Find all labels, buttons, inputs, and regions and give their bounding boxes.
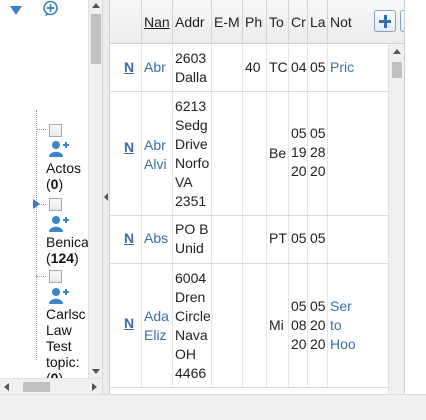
column-header-notes[interactable]: Not <box>327 0 370 44</box>
tree-toolbar <box>0 0 100 20</box>
cell-created: 05 08 20 <box>288 264 307 387</box>
open-record-link[interactable]: N <box>122 216 141 263</box>
collapse-arrow-icon[interactable] <box>104 193 108 201</box>
panel-splitter[interactable] <box>102 0 110 394</box>
person-add-icon <box>49 216 69 232</box>
cell-email <box>211 216 242 263</box>
tree-node-label[interactable]: Carlsc Law Test topic: <box>46 306 90 370</box>
add-topic-icon[interactable] <box>42 0 59 17</box>
open-record-link[interactable]: N <box>122 264 141 387</box>
table-row[interactable]: N Abr 2603 Dalla 40 TC 04 05 Pric <box>110 44 388 92</box>
cell-to: Mi <box>266 264 288 387</box>
cell-address: PO B Unid <box>172 216 211 263</box>
grid-header: Nan Addr E-M Ph To Cr La Not <box>110 0 404 44</box>
scroll-up-arrow-icon[interactable] <box>393 49 401 54</box>
tree-connector <box>36 129 46 130</box>
tree-connector <box>36 276 46 277</box>
cell-last: 05 <box>307 44 327 91</box>
node-checkbox[interactable] <box>49 124 62 137</box>
cell-phone: 40 <box>242 44 266 91</box>
column-header-address[interactable]: Addr <box>172 0 211 44</box>
cell-created: 05 19 20 <box>288 92 307 215</box>
scroll-right-arrow-icon[interactable] <box>92 383 97 391</box>
cell-last: 05 20 20 <box>307 264 327 387</box>
cell-address: 6213 Sedg Drive Norfo VA 2351 <box>172 92 211 215</box>
contacts-grid: Nan Addr E-M Ph To Cr La Not N Abr 2603 … <box>110 0 405 394</box>
person-add-icon <box>49 288 69 304</box>
scroll-thumb[interactable] <box>91 14 101 64</box>
cell-address: 2603 Dalla <box>172 44 211 91</box>
triangle-down-icon[interactable] <box>10 6 22 15</box>
cell-notes[interactable] <box>327 216 370 263</box>
cell-notes[interactable]: Ser to Hoo <box>327 264 370 387</box>
tree-vertical-scrollbar[interactable] <box>88 0 102 378</box>
cell-phone <box>242 264 266 387</box>
node-checkbox[interactable] <box>49 198 62 211</box>
column-header-name[interactable]: Nan <box>141 0 172 44</box>
cell-last: 05 28 20 <box>307 92 327 215</box>
scroll-down-arrow-icon[interactable] <box>92 369 100 374</box>
cell-notes[interactable]: Pric <box>327 44 370 91</box>
grid-vertical-scrollbar[interactable] <box>388 44 404 394</box>
scroll-thumb[interactable] <box>23 382 50 392</box>
node-checkbox[interactable] <box>49 270 62 283</box>
cell-name[interactable]: Abs <box>141 216 172 263</box>
table-row[interactable]: N Ada Eliz 6004 Dren Circle Nava OH 4466… <box>110 264 388 388</box>
scroll-left-arrow-icon[interactable] <box>4 383 9 391</box>
count-value: 0 <box>50 176 59 192</box>
tree-connector <box>36 110 37 360</box>
column-header-created[interactable]: Cr <box>288 0 307 44</box>
tree-horizontal-scrollbar[interactable] <box>0 378 102 394</box>
column-header-open[interactable] <box>110 0 140 44</box>
status-strip <box>0 394 426 420</box>
cell-email <box>211 44 242 91</box>
plus-icon <box>383 15 387 28</box>
scroll-up-arrow-icon[interactable] <box>92 3 100 8</box>
cell-to: PT <box>266 216 288 263</box>
cell-name[interactable]: Abr <box>141 44 172 91</box>
cell-name[interactable]: Ada Eliz <box>141 264 172 387</box>
person-add-icon <box>49 141 69 157</box>
add-row-button[interactable] <box>374 10 396 32</box>
column-header-last[interactable]: La <box>307 0 327 44</box>
cell-to: Be <box>266 92 288 215</box>
column-header-email[interactable]: E-M <box>211 0 242 44</box>
cell-created: 04 <box>288 44 307 91</box>
tree-node-label[interactable]: Actos <box>46 160 90 176</box>
scroll-thumb[interactable] <box>392 62 402 78</box>
cell-to: TC <box>266 44 288 91</box>
cell-phone <box>242 216 266 263</box>
column-header-to[interactable]: To <box>266 0 288 44</box>
cell-phone <box>242 92 266 215</box>
window-edge <box>406 0 426 394</box>
open-record-link[interactable]: N <box>122 44 141 91</box>
more-button[interactable] <box>400 10 404 32</box>
table-row[interactable]: N Abr Alvi 6213 Sedg Drive Norfo VA 2351… <box>110 92 388 216</box>
cell-last: 05 <box>307 216 327 263</box>
cell-email <box>211 264 242 387</box>
cell-notes[interactable] <box>327 92 370 215</box>
triangle-right-icon[interactable] <box>33 199 40 209</box>
tree-node-label[interactable]: Benica <box>46 234 90 250</box>
cell-created: 05 <box>288 216 307 263</box>
column-header-phone[interactable]: Ph <box>242 0 266 44</box>
cell-name[interactable]: Abr Alvi <box>141 92 172 215</box>
topic-tree-panel: Actos (0) Benica (124) Carlsc Law Test t… <box>0 0 106 394</box>
table-row[interactable]: N Abs PO B Unid PT 05 05 <box>110 216 388 264</box>
cell-address: 6004 Dren Circle Nava OH 4466 <box>172 264 211 387</box>
count-value: 124 <box>50 250 75 266</box>
cell-email <box>211 92 242 215</box>
open-record-link[interactable]: N <box>122 92 141 215</box>
